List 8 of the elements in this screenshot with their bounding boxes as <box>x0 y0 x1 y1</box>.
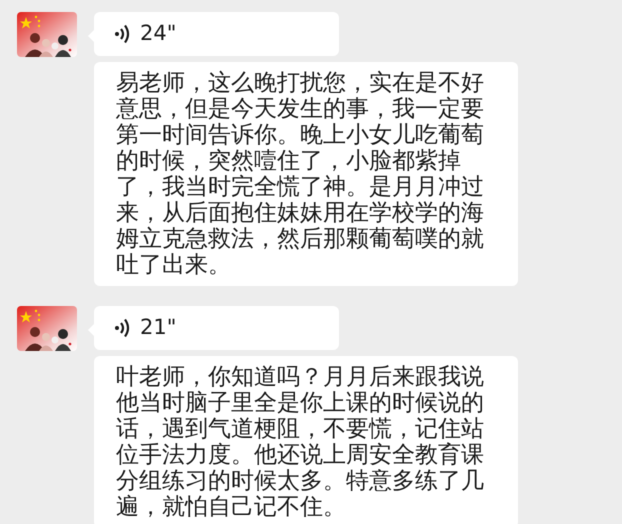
avatar <box>17 306 77 351</box>
text-message-bubble: 叶老师，你知道吗？月月后来跟我说他当时脑子里全是你上课的时候说的话，遇到气道梗阻，不要慌，记住站位手法力度。他还说上周安全教育课分组练习的时候太多。特意多练了几遍，就怕自己记不住。 <box>94 356 518 524</box>
avatar <box>17 12 77 57</box>
voice-message-bubble[interactable]: 21" <box>94 306 339 350</box>
text-message-bubble: 易老师，这么晚打扰您，实在是不好意思，但是今天发生的事，我一定要第一时间告诉你。晚上小女儿吃葡萄的时候，突然噎住了，小脸都紫掉了，我当时完全慌了神。是月月冲过来，从后面抱住妹妹用在学校学的海姆立克急救法，然后那颗葡萄噗的就吐了出来。 <box>94 62 518 286</box>
voice-icon <box>114 318 130 338</box>
voice-message-bubble[interactable]: 24" <box>94 12 339 56</box>
voice-icon <box>114 24 130 44</box>
